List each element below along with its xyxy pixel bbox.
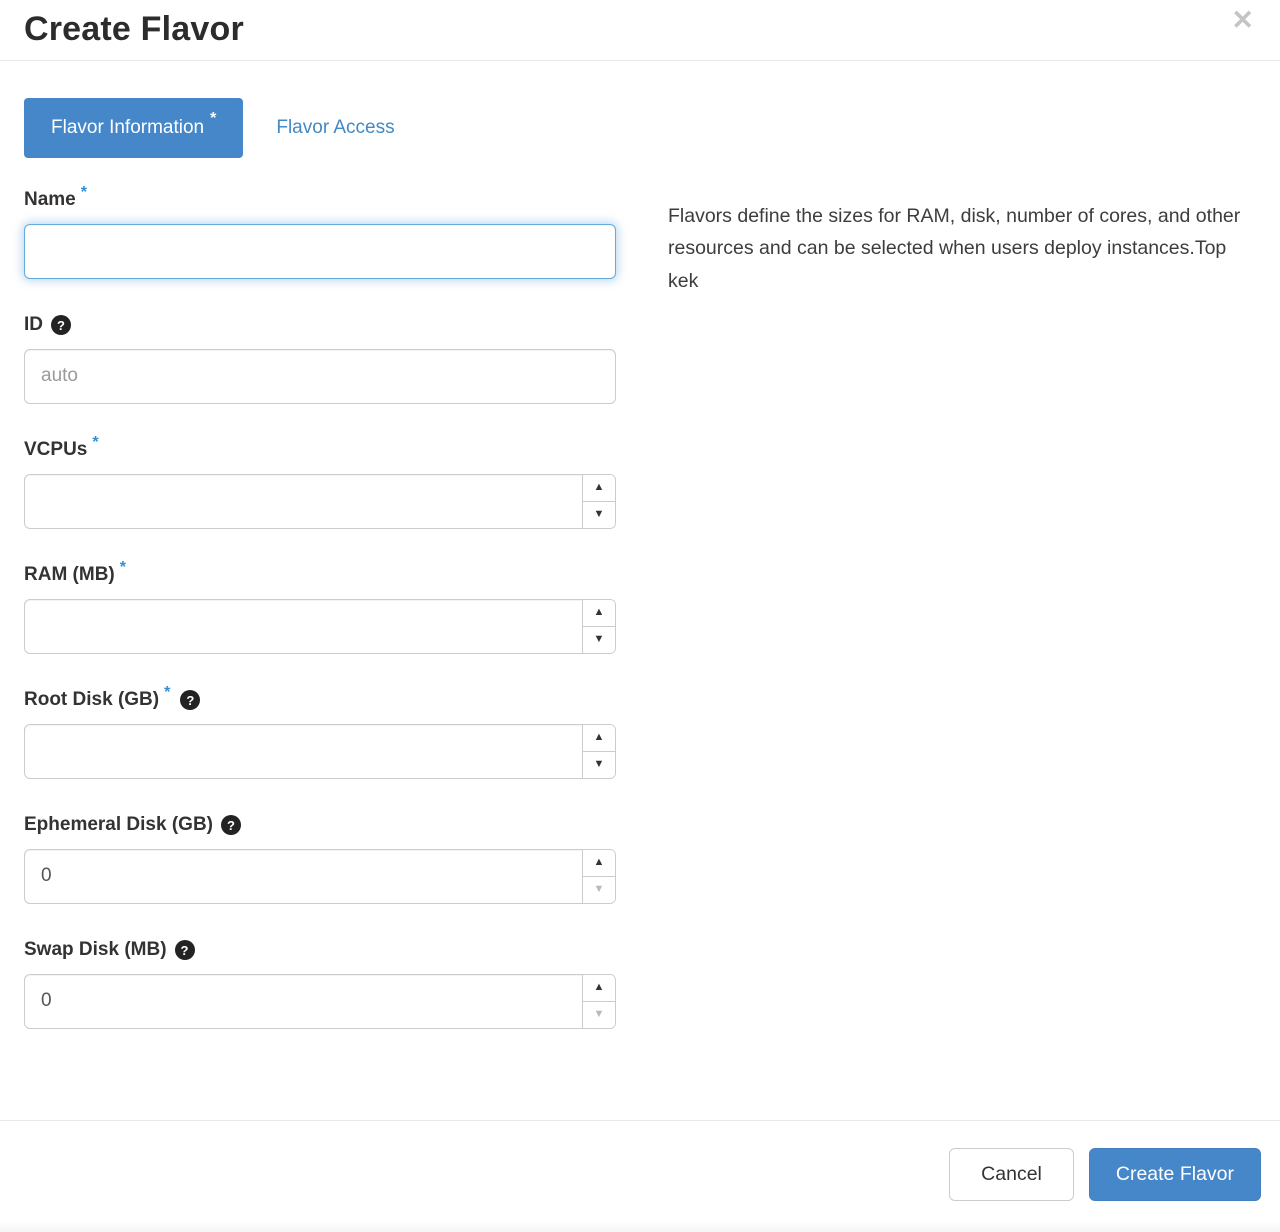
- root-disk-decrement-button[interactable]: ▼: [583, 752, 615, 778]
- id-field-group: ID ?: [24, 313, 616, 404]
- swap-disk-decrement-button[interactable]: ▼: [583, 1002, 615, 1028]
- tab-flavor-access[interactable]: Flavor Access: [276, 117, 394, 139]
- name-input[interactable]: [24, 224, 616, 279]
- vcpus-label: VCPUs *: [24, 438, 616, 463]
- help-icon[interactable]: ?: [180, 690, 200, 710]
- close-icon: ✕: [1231, 5, 1254, 35]
- tab-flavor-information-label: Flavor Information: [51, 117, 204, 139]
- swap-disk-field-group: Swap Disk (MB) ? ▲ ▼: [24, 938, 616, 1029]
- required-asterisk: *: [120, 559, 126, 577]
- help-icon[interactable]: ?: [175, 940, 195, 960]
- ephemeral-disk-increment-button[interactable]: ▲: [583, 850, 615, 877]
- swap-disk-input[interactable]: [25, 975, 582, 1028]
- modal-bottom-edge: [0, 1222, 1280, 1232]
- id-label: ID ?: [24, 313, 616, 338]
- vcpus-stepper: ▲ ▼: [24, 474, 616, 529]
- ram-decrement-button[interactable]: ▼: [583, 627, 615, 653]
- help-icon[interactable]: ?: [51, 315, 71, 335]
- swap-disk-spinner: ▲ ▼: [582, 975, 615, 1028]
- ephemeral-disk-stepper: ▲ ▼: [24, 849, 616, 904]
- help-text-column: Flavors define the sizes for RAM, disk, …: [668, 200, 1248, 298]
- tab-flavor-access-label: Flavor Access: [276, 117, 394, 138]
- modal-footer: Cancel Create Flavor: [0, 1120, 1280, 1201]
- ram-field-group: RAM (MB) * ▲ ▼: [24, 563, 616, 654]
- root-disk-spinner: ▲ ▼: [582, 725, 615, 778]
- modal-header: Create Flavor ✕: [0, 0, 1280, 61]
- tab-bar: Flavor Information * Flavor Access: [24, 98, 1256, 158]
- spin-down-icon: ▼: [594, 759, 605, 770]
- create-flavor-button[interactable]: Create Flavor: [1089, 1148, 1261, 1201]
- spin-down-icon: ▼: [594, 634, 605, 645]
- ram-stepper: ▲ ▼: [24, 599, 616, 654]
- form-fields-column: Name * ID ? VCPUs: [24, 188, 616, 1063]
- page-title: Create Flavor: [24, 10, 244, 49]
- vcpus-increment-button[interactable]: ▲: [583, 475, 615, 502]
- ephemeral-disk-decrement-button[interactable]: ▼: [583, 877, 615, 903]
- required-asterisk: *: [81, 184, 87, 202]
- flavor-information-form: Name * ID ? VCPUs: [24, 188, 1256, 1063]
- ram-label: RAM (MB) *: [24, 563, 616, 588]
- name-label: Name *: [24, 188, 616, 213]
- ephemeral-disk-spinner: ▲ ▼: [582, 850, 615, 903]
- vcpus-decrement-button[interactable]: ▼: [583, 502, 615, 528]
- id-input[interactable]: [24, 349, 616, 404]
- spin-down-icon: ▼: [594, 1009, 605, 1020]
- root-disk-label: Root Disk (GB) * ?: [24, 688, 616, 713]
- tab-required-asterisk: *: [210, 110, 216, 132]
- ephemeral-disk-field-group: Ephemeral Disk (GB) ? ▲ ▼: [24, 813, 616, 904]
- create-flavor-modal: Create Flavor ✕ Flavor Information * Fla…: [0, 0, 1280, 1232]
- tab-flavor-information[interactable]: Flavor Information *: [24, 98, 243, 158]
- root-disk-increment-button[interactable]: ▲: [583, 725, 615, 752]
- required-asterisk: *: [92, 434, 98, 452]
- spin-up-icon: ▲: [594, 607, 605, 618]
- spin-up-icon: ▲: [594, 482, 605, 493]
- flavor-description-text: Flavors define the sizes for RAM, disk, …: [668, 200, 1248, 298]
- ephemeral-disk-label: Ephemeral Disk (GB) ?: [24, 813, 616, 838]
- spin-up-icon: ▲: [594, 857, 605, 868]
- ram-spinner: ▲ ▼: [582, 600, 615, 653]
- name-field-group: Name *: [24, 188, 616, 279]
- modal-body: Flavor Information * Flavor Access Name …: [0, 61, 1280, 1063]
- cancel-button[interactable]: Cancel: [949, 1148, 1074, 1201]
- ram-input[interactable]: [25, 600, 582, 653]
- swap-disk-increment-button[interactable]: ▲: [583, 975, 615, 1002]
- root-disk-input[interactable]: [25, 725, 582, 778]
- ephemeral-disk-input[interactable]: [25, 850, 582, 903]
- vcpus-field-group: VCPUs * ▲ ▼: [24, 438, 616, 529]
- swap-disk-label: Swap Disk (MB) ?: [24, 938, 616, 963]
- root-disk-stepper: ▲ ▼: [24, 724, 616, 779]
- required-asterisk: *: [164, 684, 170, 702]
- spin-down-icon: ▼: [594, 509, 605, 520]
- spin-up-icon: ▲: [594, 982, 605, 993]
- vcpus-spinner: ▲ ▼: [582, 475, 615, 528]
- vcpus-input[interactable]: [25, 475, 582, 528]
- spin-down-icon: ▼: [594, 884, 605, 895]
- ram-increment-button[interactable]: ▲: [583, 600, 615, 627]
- help-icon[interactable]: ?: [221, 815, 241, 835]
- root-disk-field-group: Root Disk (GB) * ? ▲ ▼: [24, 688, 616, 779]
- swap-disk-stepper: ▲ ▼: [24, 974, 616, 1029]
- close-button[interactable]: ✕: [1227, 3, 1258, 38]
- spin-up-icon: ▲: [594, 732, 605, 743]
